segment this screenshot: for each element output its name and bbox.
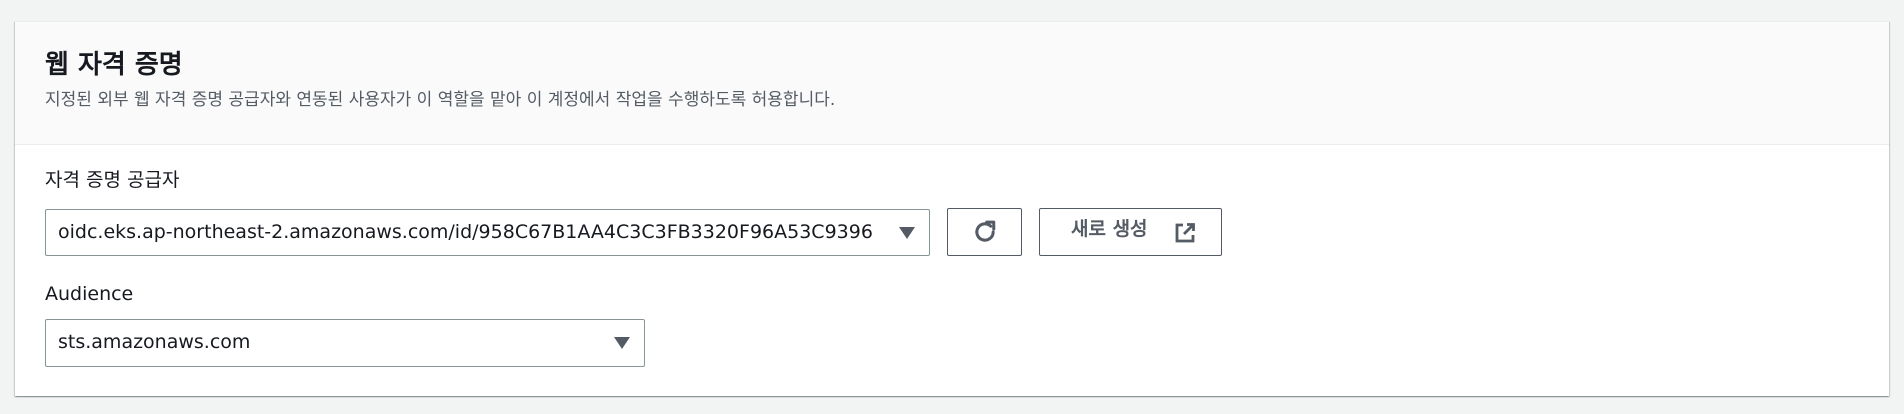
provider-label: 자격 증명 공급자 [45, 169, 180, 191]
provider-select-value: oidc.eks.ap-northeast-2.amazonaws.com/id… [58, 221, 873, 243]
caret-down-icon [899, 227, 915, 239]
audience-select[interactable]: sts.amazonaws.com [45, 319, 645, 367]
refresh-button[interactable] [947, 208, 1022, 256]
panel-header: 웹 자격 증명 지정된 외부 웹 자격 증명 공급자와 연동된 사용자가 이 역… [15, 22, 1889, 145]
create-new-label: 새로 생성 [1071, 218, 1148, 240]
panel-description: 지정된 외부 웹 자격 증명 공급자와 연동된 사용자가 이 역할을 맡아 이 … [45, 90, 836, 110]
provider-select[interactable]: oidc.eks.ap-northeast-2.amazonaws.com/id… [45, 209, 930, 256]
create-new-button[interactable]: 새로 생성 [1039, 208, 1222, 256]
audience-label: Audience [45, 283, 134, 305]
panel-title: 웹 자격 증명 [45, 50, 183, 80]
caret-down-icon [614, 337, 630, 349]
refresh-icon [975, 220, 996, 242]
web-identity-panel: 웹 자격 증명 지정된 외부 웹 자격 증명 공급자와 연동된 사용자가 이 역… [15, 21, 1889, 396]
external-link-icon [1175, 223, 1195, 243]
audience-select-value: sts.amazonaws.com [58, 331, 251, 353]
